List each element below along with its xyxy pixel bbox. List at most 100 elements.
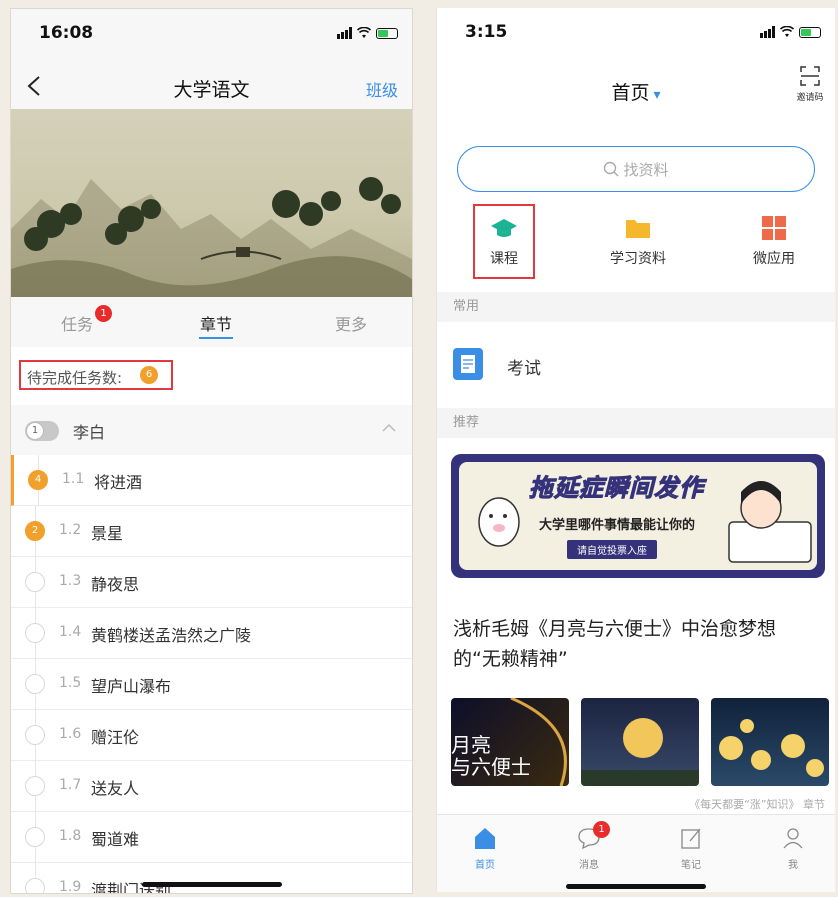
chapter-header[interactable]: 1 李白 [11, 405, 412, 455]
lesson-status-dot [25, 623, 45, 643]
exam-entry[interactable]: 考试 [437, 326, 835, 404]
article-thumbnails[interactable]: 月亮 与六便士 [451, 698, 835, 788]
right-phone-screen: 3:15 首页 ▾ 邀请码 找资料 课程 学习资料 微应用 常用 考试 推荐 拖… [436, 8, 835, 892]
chevron-up-icon[interactable] [382, 423, 396, 433]
lesson-item[interactable]: 1.7 送友人 [11, 761, 412, 812]
lesson-item[interactable]: 1.5 望庐山瀑布 [11, 659, 412, 710]
study-materials-label: 学习资料 [610, 251, 666, 267]
signal-icon [760, 26, 775, 38]
battery-icon [376, 27, 398, 39]
thumbnail-text: 月亮 与六便士 [451, 733, 531, 779]
lesson-number: 1.7 [59, 777, 82, 793]
lesson-item[interactable]: 1.6 赠汪伦 [11, 710, 412, 761]
promo-tag: 请自觉投票入座 [567, 540, 657, 559]
lesson-item[interactable]: 1.3 静夜思 [11, 557, 412, 608]
tab-me-label: 我 [788, 860, 798, 871]
pending-tasks-highlight: 待完成任务数: 6 [19, 360, 173, 390]
lesson-title: 望庐山瀑布 [91, 677, 172, 696]
promo-title: 拖延症瞬间发作 [529, 474, 704, 503]
lesson-item[interactable]: 1.4 黄鹤楼送孟浩然之广陵 [11, 608, 412, 659]
lesson-number: 1.5 [59, 675, 82, 691]
invite-code-label: 邀请码 [796, 93, 824, 103]
person-icon [783, 828, 803, 849]
micro-apps-entry[interactable]: 微应用 [729, 204, 819, 268]
scan-icon [800, 66, 820, 86]
lesson-title: 赠汪伦 [91, 728, 140, 747]
active-tab-indicator [199, 337, 233, 339]
pending-tasks-count: 6 [140, 366, 158, 384]
tab-chapters[interactable]: 章节 [200, 311, 232, 335]
wifi-icon [357, 27, 371, 38]
tab-bar: 任务 1 章节 更多 [11, 297, 412, 348]
section-recommend: 推荐 [437, 408, 835, 438]
messages-badge: 1 [593, 821, 610, 838]
lesson-number: 1.6 [59, 726, 82, 742]
exam-icon [453, 348, 483, 380]
tab-home-label: 首页 [475, 860, 495, 871]
chapter-name: 李白 [73, 423, 106, 442]
lesson-number: 1.9 [59, 879, 82, 894]
promo-subtitle: 大学里哪件事情最能让你的 [539, 518, 696, 533]
status-bar: 3:15 [437, 8, 835, 64]
lesson-title: 静夜思 [91, 575, 140, 594]
lesson-title: 蜀道难 [91, 830, 140, 849]
lesson-status-dot [25, 827, 45, 847]
study-materials-entry[interactable]: 学习资料 [593, 204, 683, 268]
lesson-title: 景星 [91, 524, 124, 543]
nav-bar: 大学语文 班级 [11, 65, 412, 109]
lesson-number: 1.4 [59, 624, 82, 640]
search-placeholder: 找资料 [623, 161, 669, 179]
search-icon [604, 161, 619, 177]
lesson-status-dot [25, 725, 45, 745]
lesson-status-dot [25, 572, 45, 592]
lesson-status-dot [25, 878, 45, 893]
lesson-status-dot [25, 674, 45, 694]
course-banner-image [11, 109, 412, 297]
tab-home[interactable]: 首页 [455, 825, 515, 872]
status-bar: 16:08 [11, 9, 412, 65]
micro-apps-label: 微应用 [753, 251, 795, 267]
tab-more[interactable]: 更多 [335, 311, 367, 335]
lesson-item[interactable]: 1.9 渡荆门送别 [11, 863, 412, 894]
status-time: 3:15 [465, 22, 508, 42]
lesson-status-dot: 2 [25, 521, 45, 541]
lesson-item[interactable]: 1.8 蜀道难 [11, 812, 412, 863]
pending-tasks-label: 待完成任务数: [27, 369, 123, 387]
signal-icon [337, 27, 352, 39]
tasks-badge: 1 [95, 305, 112, 322]
class-button[interactable]: 班级 [366, 77, 398, 101]
tab-notes[interactable]: 笔记 [661, 825, 721, 872]
page-title: 大学语文 [173, 79, 250, 101]
course-label: 课程 [490, 251, 518, 267]
lesson-title: 将进酒 [94, 473, 143, 492]
lesson-item[interactable]: 4 1.1 将进酒 [11, 455, 412, 506]
home-icon [475, 828, 495, 849]
chapter-number: 1 [26, 422, 44, 440]
apps-grid-icon [762, 216, 786, 240]
tab-notes-label: 笔记 [681, 860, 701, 871]
search-input[interactable]: 找资料 [457, 146, 815, 192]
status-time: 16:08 [39, 23, 94, 43]
course-entry[interactable]: 课程 [459, 204, 549, 268]
status-icons [337, 25, 398, 41]
lesson-list: 4 1.1 将进酒 2 1.2 景星 1.3 静夜思 1.4 黄鹤楼送孟浩然之广陵 1.5 望庐山瀑布… [11, 455, 412, 894]
promo-banner[interactable]: 拖延症瞬间发作 大学里哪件事情最能让你的 请自觉投票入座 [451, 454, 825, 578]
chapter-toggle[interactable]: 1 [25, 421, 59, 441]
article-caption: 《每天都要“涨”知识》 章节 [689, 798, 825, 811]
lesson-item[interactable]: 2 1.2 景星 [11, 506, 412, 557]
note-icon [681, 828, 701, 849]
article-title[interactable]: 浅析毛姆《月亮与六便士》中治愈梦想的“无赖精神” [453, 614, 819, 674]
bottom-tab-bar: 首页 1 消息 笔记 我 [437, 814, 835, 892]
home-title-dropdown[interactable]: 首页 ▾ [437, 78, 835, 105]
thumbnail-moon [581, 698, 699, 786]
lesson-title: 送友人 [91, 779, 140, 798]
invite-code-button[interactable]: 邀请码 [795, 66, 825, 103]
tab-messages[interactable]: 1 消息 [559, 821, 619, 872]
lesson-status-dot: 4 [28, 470, 48, 490]
tab-me[interactable]: 我 [763, 825, 823, 872]
folder-icon [626, 220, 650, 238]
graduation-cap-icon [491, 219, 517, 237]
tab-tasks[interactable]: 任务 [61, 311, 93, 335]
home-indicator [141, 882, 282, 887]
left-phone-screen: 16:08 大学语文 班级 任务 1 章节 更多 待完成任务数: 6 1 李白 … [10, 8, 413, 894]
